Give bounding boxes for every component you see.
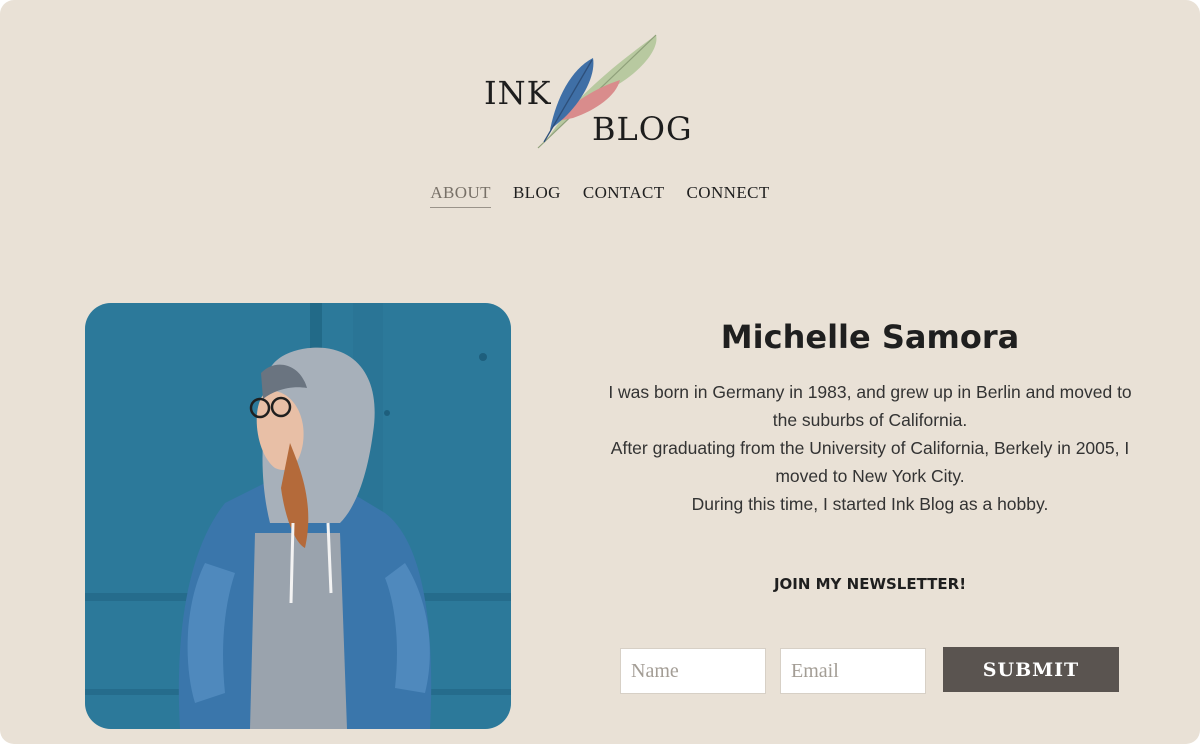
email-input[interactable] <box>780 648 926 694</box>
bio-paragraph: During this time, I started Ink Blog as … <box>691 494 1049 514</box>
name-input[interactable] <box>620 648 766 694</box>
nav-item-about[interactable]: ABOUT <box>430 183 491 208</box>
logo-text-ink: INK <box>484 74 552 112</box>
page: INK BLOG ABOUT BLOG CONTACT CONNECT Mich… <box>0 0 1200 744</box>
profile-photo <box>85 303 511 729</box>
newsletter-title: JOIN MY NEWSLETTER! <box>773 575 967 593</box>
main-nav: ABOUT BLOG CONTACT CONNECT <box>0 183 1200 208</box>
nav-item-blog[interactable]: BLOG <box>513 183 561 208</box>
bio-paragraph: After graduating from the University of … <box>610 438 1130 486</box>
profile-bio: I was born in Germany in 1983, and grew … <box>595 378 1145 518</box>
logo[interactable]: INK BLOG <box>478 30 692 155</box>
nav-item-contact[interactable]: CONTACT <box>583 183 665 208</box>
bio-paragraph: I was born in Germany in 1983, and grew … <box>608 382 1132 430</box>
nav-item-connect[interactable]: CONNECT <box>687 183 770 208</box>
logo-text-blog: BLOG <box>592 110 693 148</box>
submit-button[interactable]: SUBMIT <box>943 647 1119 692</box>
profile-name: Michelle Samora <box>720 318 1020 356</box>
